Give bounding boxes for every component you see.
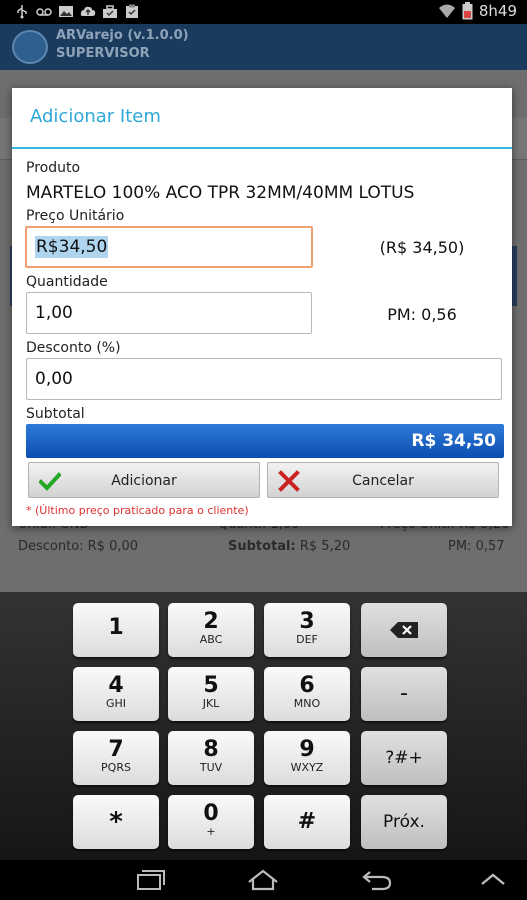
- recent-apps-icon[interactable]: [132, 868, 166, 892]
- unit-price-input[interactable]: R$34,50: [25, 226, 313, 268]
- briefcase-icon: [103, 5, 117, 18]
- key-5[interactable]: 5 JKL: [168, 667, 254, 721]
- clock: 8h49: [478, 2, 517, 20]
- key-star[interactable]: *: [73, 795, 159, 849]
- clipboard-check-icon: [126, 4, 138, 18]
- unit-price-value: R$34,50: [35, 236, 109, 258]
- app-subtitle: SUPERVISOR: [56, 46, 150, 61]
- back-icon[interactable]: [360, 868, 394, 892]
- notification-icons: [14, 4, 140, 19]
- dialog-divider: [12, 147, 512, 149]
- quantity-input[interactable]: 1,00: [26, 292, 312, 334]
- cancel-button-label: Cancelar: [352, 473, 414, 489]
- discount-input[interactable]: 0,00: [26, 358, 502, 400]
- home-icon[interactable]: [246, 868, 280, 892]
- discount-label: Desconto (%): [26, 340, 121, 356]
- add-button[interactable]: Adicionar: [28, 462, 260, 498]
- backspace-key[interactable]: [361, 603, 447, 657]
- backspace-icon: [390, 622, 418, 638]
- dialog-title: Adicionar Item: [30, 106, 161, 127]
- bg-subtotal-label: Subtotal:: [228, 539, 296, 554]
- last-price: (R$ 34,50): [379, 238, 465, 257]
- key-0[interactable]: 0 +: [168, 795, 254, 849]
- status-bar: 8h49: [0, 0, 527, 24]
- image-icon: [59, 6, 73, 17]
- subtotal-bar: R$ 34,50: [26, 424, 504, 458]
- bg-subtotal-value: R$ 5,20: [299, 539, 351, 554]
- product-label: Produto: [26, 160, 81, 176]
- battery-icon: [462, 2, 473, 20]
- add-button-label: Adicionar: [111, 473, 177, 489]
- minus-key[interactable]: -: [361, 667, 447, 721]
- key-hash[interactable]: #: [264, 795, 350, 849]
- app-logo-icon: [12, 30, 48, 64]
- add-item-dialog: Adicionar Item Produto MARTELO 100% ACO …: [12, 88, 512, 526]
- subtotal-value: R$ 34,50: [411, 431, 496, 451]
- key-9[interactable]: 9 WXYZ: [264, 731, 350, 785]
- navigation-bar: [0, 860, 527, 900]
- quantity-label: Quantidade: [26, 274, 108, 290]
- system-icons: 8h49: [438, 2, 517, 20]
- key-1[interactable]: 1: [73, 603, 159, 657]
- next-key[interactable]: Próx.: [361, 795, 447, 849]
- last-price-note: * (Último preço praticado para o cliente…: [26, 504, 249, 517]
- key-8[interactable]: 8 TUV: [168, 731, 254, 785]
- pm-value: PM: 0,56: [387, 305, 457, 324]
- key-6[interactable]: 6 MNO: [264, 667, 350, 721]
- wifi-icon: [438, 4, 455, 18]
- cancel-button[interactable]: Cancelar: [267, 462, 499, 498]
- voicemail-icon: [36, 8, 52, 16]
- key-4[interactable]: 4 GHI: [73, 667, 159, 721]
- subtotal-label: Subtotal: [26, 406, 85, 422]
- key-7[interactable]: 7 PQRS: [73, 731, 159, 785]
- key-3[interactable]: 3 DEF: [264, 603, 350, 657]
- numeric-keyboard: 1 2 ABC 3 DEF 4 GHI 5 JKL 6 MNO - 7 PQRS 8 TUV …: [0, 592, 527, 860]
- hide-keyboard-icon[interactable]: [476, 868, 510, 892]
- app-title: ARVarejo (v.1.0.0): [56, 28, 189, 43]
- key-2[interactable]: 2 ABC: [168, 603, 254, 657]
- usb-icon: [17, 5, 27, 19]
- product-name: MARTELO 100% ACO TPR 32MM/40MM LOTUS: [26, 183, 415, 203]
- app-bar: ARVarejo (v.1.0.0) SUPERVISOR: [0, 24, 527, 70]
- unit-price-label: Preço Unitário: [26, 208, 125, 224]
- cloud-upload-icon: [80, 6, 96, 16]
- bg-pm: PM: 0,57: [448, 539, 505, 554]
- background-item-totals: Desconto: R$ 0,00 Subtotal: R$ 5,20 PM: …: [18, 539, 510, 554]
- symbols-key[interactable]: ?#+: [361, 731, 447, 785]
- bg-discount: Desconto: R$ 0,00: [18, 539, 139, 554]
